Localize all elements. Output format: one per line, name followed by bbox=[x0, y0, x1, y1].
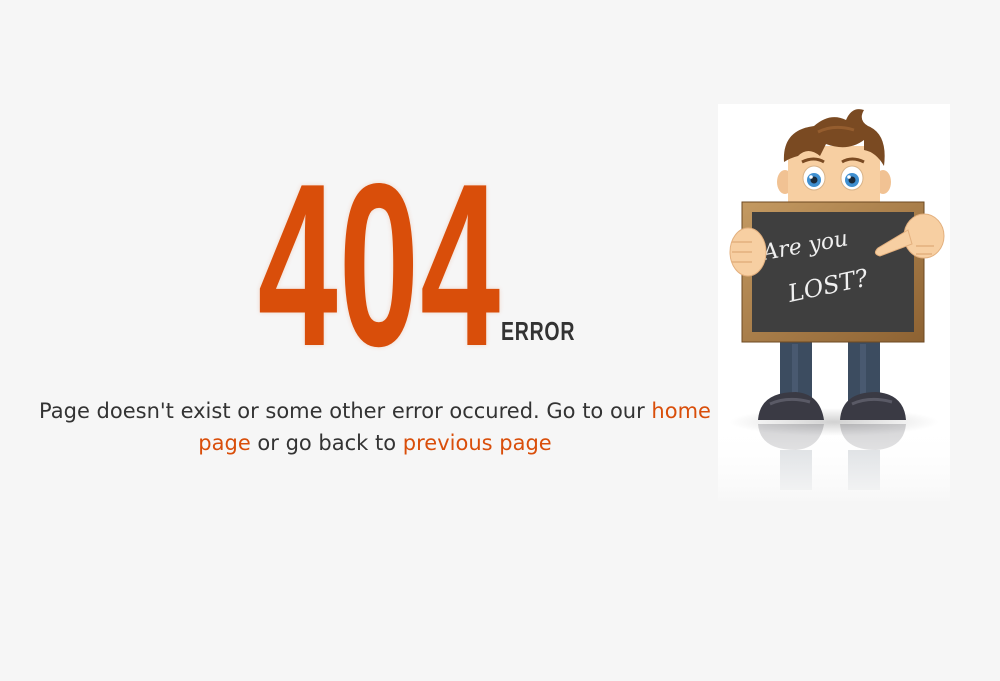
previous-page-link[interactable]: previous page bbox=[403, 431, 552, 455]
error-label: ERROR bbox=[501, 316, 576, 346]
message-text-middle: or go back to bbox=[250, 431, 403, 455]
lost-mascot-illustration: Are you LOST? bbox=[718, 104, 950, 504]
message-text-before: Page doesn't exist or some other error o… bbox=[39, 399, 652, 423]
error-code-block: 404 bbox=[0, 150, 760, 382]
chalkboard: Are you LOST? bbox=[741, 201, 925, 343]
left-hand bbox=[729, 227, 767, 277]
error-message: Page doesn't exist or some other error o… bbox=[30, 395, 720, 459]
error-code: 404 bbox=[258, 136, 502, 395]
error-page: 404 ERROR Page doesn't exist or some oth… bbox=[0, 0, 1000, 681]
